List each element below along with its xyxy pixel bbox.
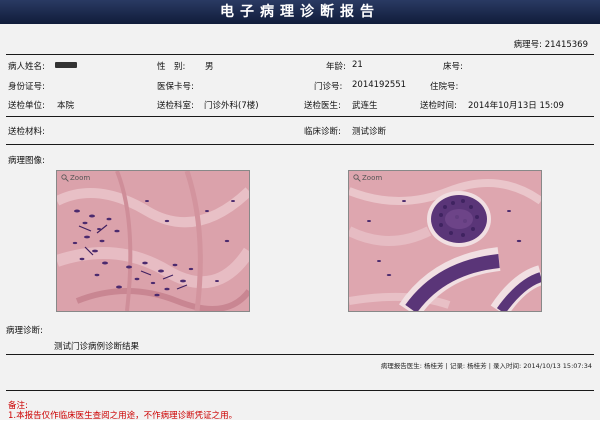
divider-notes [6,390,594,391]
name-redacted [55,62,77,68]
zoom-icon[interactable] [61,174,69,182]
age-label: 年龄: [326,62,346,72]
pathology-diagnosis-label: 病理诊断: [6,326,43,336]
images-label: 病理图像: [8,156,45,166]
doctor-label: 送检医生: [304,101,341,111]
time-label: 送检时间: [420,101,457,111]
pathology-number: 病理号: 21415369 [514,38,588,50]
entry-time-value: 2014/10/13 15:07:34 [523,362,592,370]
time-value: 2014年10月13日 15:09 [468,101,564,111]
recorder-value: 杨桂芳 [467,362,487,370]
divider-mid [6,116,594,117]
notes-line-1: 1.本报告仅作临床医生查阅之用途，不作病理诊断凭证之用。 [8,411,238,421]
clinic-value: 2014192551 [352,80,407,90]
zoom-label-left: Zoom [70,174,91,182]
zoom-label-right: Zoom [362,174,383,182]
clinical-diagnosis-value: 测试诊断 [352,127,387,137]
pathology-diagnosis-text: 测试门诊病例诊断结果 [54,342,140,352]
tissue-image-left [57,171,249,311]
inpatient-label: 住院号: [430,82,459,92]
zoom-icon[interactable] [353,174,361,182]
material-label: 送检材料: [8,127,45,137]
doctor-value: 武连生 [352,101,378,111]
name-label: 病人姓名: [8,62,45,72]
age-value: 21 [352,60,363,70]
row-ids: 身份证号: 医保卡号: 门诊号: 2014192551 住院号: [0,80,600,94]
report-body: 病理号: 21415369 病人姓名: 性 别: 男 年龄: 21 床号: 身份… [0,24,600,421]
row-submission: 送检单位: 本院 送检科室: 门诊外科(7楼) 送检医生: 武连生 送检时间: … [0,99,600,113]
dept-label: 送检科室: [157,101,194,111]
unit-value: 本院 [57,101,75,111]
report-doctor-label: 病理报告医生: [380,362,422,370]
report-header: 电子病理诊断报告 [0,0,600,24]
row-material: 送检材料: 临床诊断: 测试诊断 [0,125,600,139]
clinic-label: 门诊号: [314,82,343,92]
row-patient: 病人姓名: 性 别: 男 年龄: 21 床号: [0,60,600,74]
recorder-label: 记录: [449,362,466,370]
entry-time-label: 录入时间: [492,362,522,370]
sex-value: 男 [205,62,214,72]
insurance-label: 医保卡号: [157,82,194,92]
dept-value: 门诊外科(7楼) [204,101,259,111]
pathology-number-label: 病理号: [513,40,543,50]
separator: | [445,362,448,370]
report-title: 电子病理诊断报告 [220,4,380,20]
report-doctor-value: 杨桂芳 [423,362,444,370]
pathology-image-left[interactable]: Zoom [56,170,250,312]
separator: | [488,362,491,370]
unit-label: 送检单位: [8,101,45,111]
pathology-image-right[interactable]: Zoom [348,170,542,312]
signers-line: 病理报告医生: 杨桂芳 | 记录: 杨桂芳 | 录入时间: 2014/10/13… [381,360,592,370]
divider-images [6,144,594,145]
bed-label: 床号: [443,62,463,72]
sex-label: 性 别: [157,62,186,72]
tissue-image-right [349,171,541,311]
divider-signers [6,354,594,355]
clinical-diagnosis-label: 临床诊断: [304,127,341,137]
id-label: 身份证号: [8,82,45,92]
pathology-number-value: 21415369 [544,40,588,50]
divider-top [6,54,594,55]
